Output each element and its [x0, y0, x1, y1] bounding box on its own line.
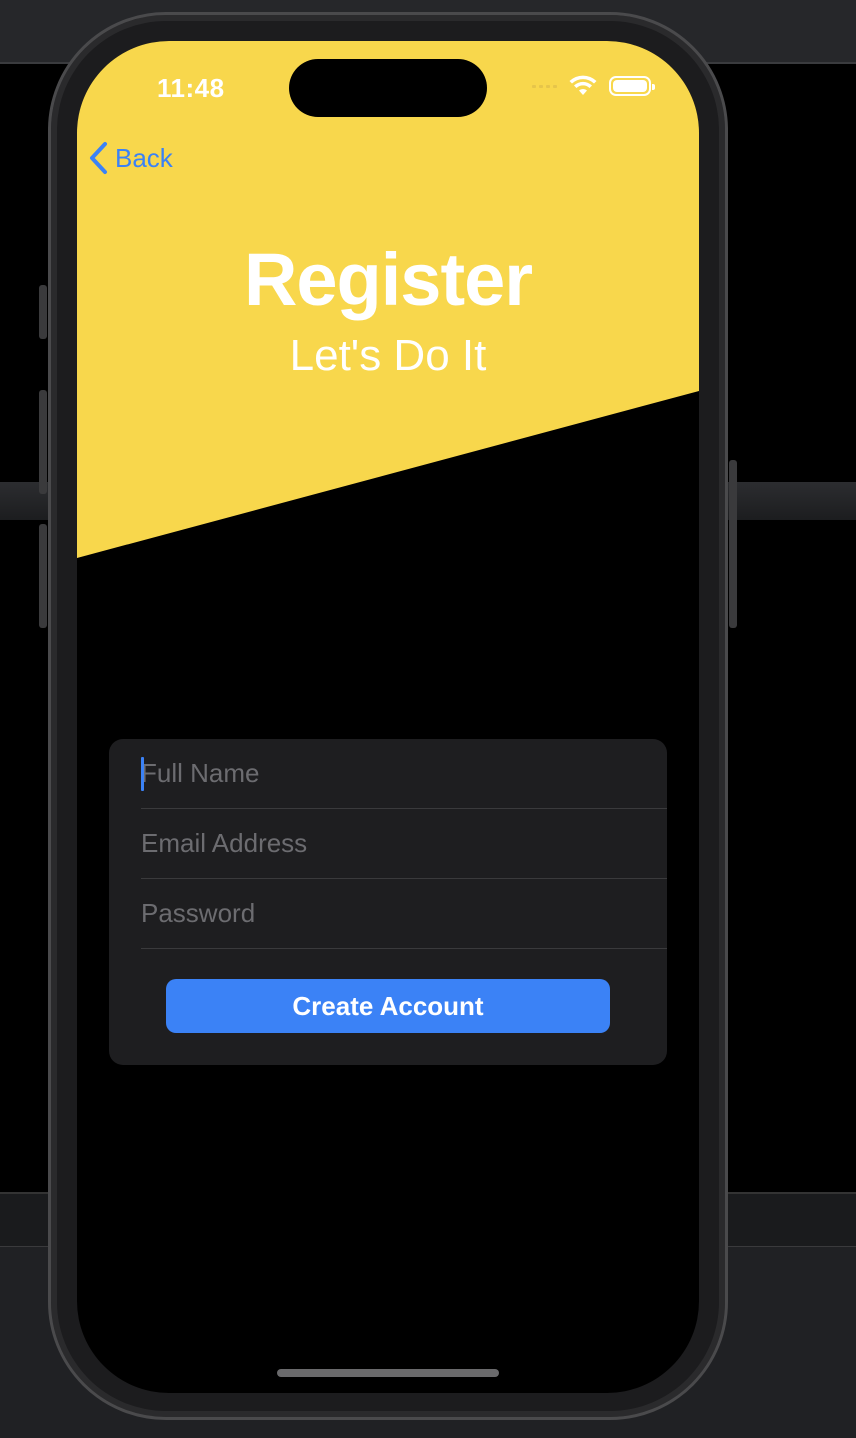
page-subtitle: Let's Do It [289, 331, 487, 380]
phone-screen: 11:48 Back Register Let's Do It Full Nam… [77, 41, 699, 1393]
full-name-input[interactable] [141, 758, 667, 789]
cellular-signal-icon [532, 84, 557, 88]
text-cursor [141, 757, 144, 791]
back-button[interactable]: Back [89, 141, 173, 175]
create-account-button[interactable]: Create Account [166, 979, 610, 1033]
wifi-icon [569, 75, 597, 95]
dynamic-island [289, 59, 487, 117]
status-indicators [532, 75, 655, 97]
back-label: Back [115, 142, 173, 173]
chevron-left-icon [90, 142, 107, 174]
power-button [729, 460, 737, 628]
password-input[interactable] [141, 898, 667, 929]
email-input[interactable] [141, 828, 667, 859]
page-title: Register [243, 238, 533, 321]
action-button [39, 285, 47, 339]
register-form: Create Account [109, 739, 667, 1065]
battery-icon [609, 76, 655, 96]
email-field[interactable] [141, 809, 667, 879]
password-field[interactable] [141, 879, 667, 949]
volume-down-button [39, 524, 47, 628]
volume-up-button [39, 390, 47, 494]
full-name-field[interactable] [141, 739, 667, 809]
status-time: 11:48 [157, 73, 225, 103]
home-indicator[interactable] [277, 1369, 499, 1377]
